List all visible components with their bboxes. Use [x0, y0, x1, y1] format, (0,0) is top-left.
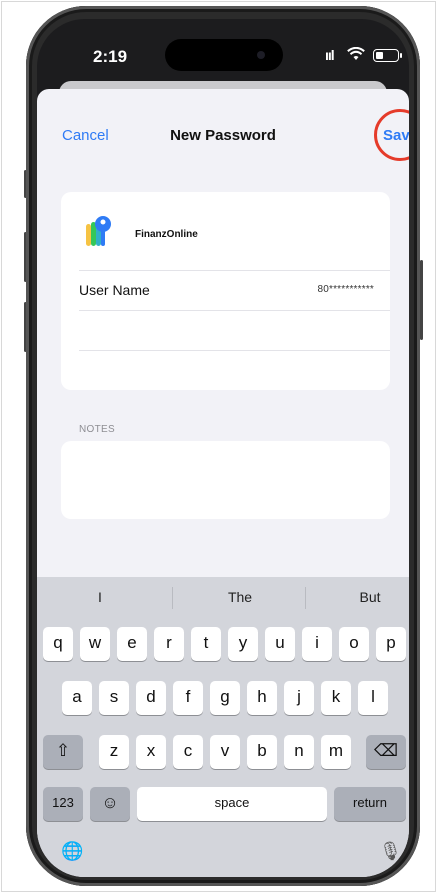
suggestion-3[interactable]: But: [315, 589, 409, 605]
key-t[interactable]: t: [191, 627, 221, 661]
shift-key[interactable]: ⇧: [43, 735, 83, 769]
credential-card: FinanzOnline User Name 80***********: [61, 192, 390, 390]
screenshot-frame: 2:19 ııl Cancel New Password Save: [1, 1, 436, 892]
passwords-app-icon: [86, 216, 111, 246]
globe-icon[interactable]: 🌐: [61, 841, 83, 862]
emoji-key[interactable]: ☺: [90, 787, 130, 821]
return-key[interactable]: return: [334, 787, 406, 821]
key-l[interactable]: l: [358, 681, 388, 715]
dynamic-island: [165, 39, 283, 71]
numbers-key[interactable]: 123: [43, 787, 83, 821]
space-key[interactable]: space: [137, 787, 327, 821]
key-x[interactable]: x: [136, 735, 166, 769]
page-title: New Password: [170, 127, 276, 144]
battery-icon: [373, 49, 402, 62]
status-bar: 2:19 ııl: [37, 19, 409, 81]
key-b[interactable]: b: [247, 735, 277, 769]
key-g[interactable]: g: [210, 681, 240, 715]
key-d[interactable]: d: [136, 681, 166, 715]
notes-label: NOTES: [79, 424, 115, 435]
divider: [79, 270, 390, 271]
key-z[interactable]: z: [99, 735, 129, 769]
user-name-label: User Name: [79, 282, 150, 298]
user-name-value[interactable]: 80***********: [317, 284, 374, 295]
key-k[interactable]: k: [321, 681, 351, 715]
key-y[interactable]: y: [228, 627, 258, 661]
save-highlight-circle: [374, 109, 409, 161]
key-m[interactable]: m: [321, 735, 351, 769]
suggestion-2[interactable]: The: [185, 589, 295, 605]
phone-screen: 2:19 ııl Cancel New Password Save: [37, 19, 409, 877]
key-v[interactable]: v: [210, 735, 240, 769]
key-e[interactable]: e: [117, 627, 147, 661]
key-a[interactable]: a: [62, 681, 92, 715]
key-u[interactable]: u: [265, 627, 295, 661]
camera-dot: [257, 51, 265, 59]
key-n[interactable]: n: [284, 735, 314, 769]
key-w[interactable]: w: [80, 627, 110, 661]
key-j[interactable]: j: [284, 681, 314, 715]
key-i[interactable]: i: [302, 627, 332, 661]
key-f[interactable]: f: [173, 681, 203, 715]
power-button: [420, 260, 423, 340]
notes-field[interactable]: [61, 441, 390, 519]
divider: [79, 350, 390, 351]
keyboard: I The But q w e r t y u i o p a s d f g …: [37, 577, 409, 877]
key-s[interactable]: s: [99, 681, 129, 715]
microphone-icon[interactable]: 🎙: [379, 841, 402, 862]
status-time: 2:19: [93, 47, 128, 66]
key-r[interactable]: r: [154, 627, 184, 661]
suggestion-separator: [305, 587, 306, 609]
signal-icon: ııl: [325, 47, 335, 63]
key-q[interactable]: q: [43, 627, 73, 661]
suggestion-separator: [172, 587, 173, 609]
suggestion-1[interactable]: I: [45, 589, 155, 605]
key-o[interactable]: o: [339, 627, 369, 661]
key-c[interactable]: c: [173, 735, 203, 769]
wifi-icon: [347, 47, 365, 60]
key-p[interactable]: p: [376, 627, 406, 661]
app-name: FinanzOnline: [135, 229, 198, 240]
key-h[interactable]: h: [247, 681, 277, 715]
new-password-sheet: Cancel New Password Save FinanzOnline Us…: [37, 89, 409, 877]
divider: [79, 310, 390, 311]
delete-key[interactable]: ⌫: [366, 735, 406, 769]
